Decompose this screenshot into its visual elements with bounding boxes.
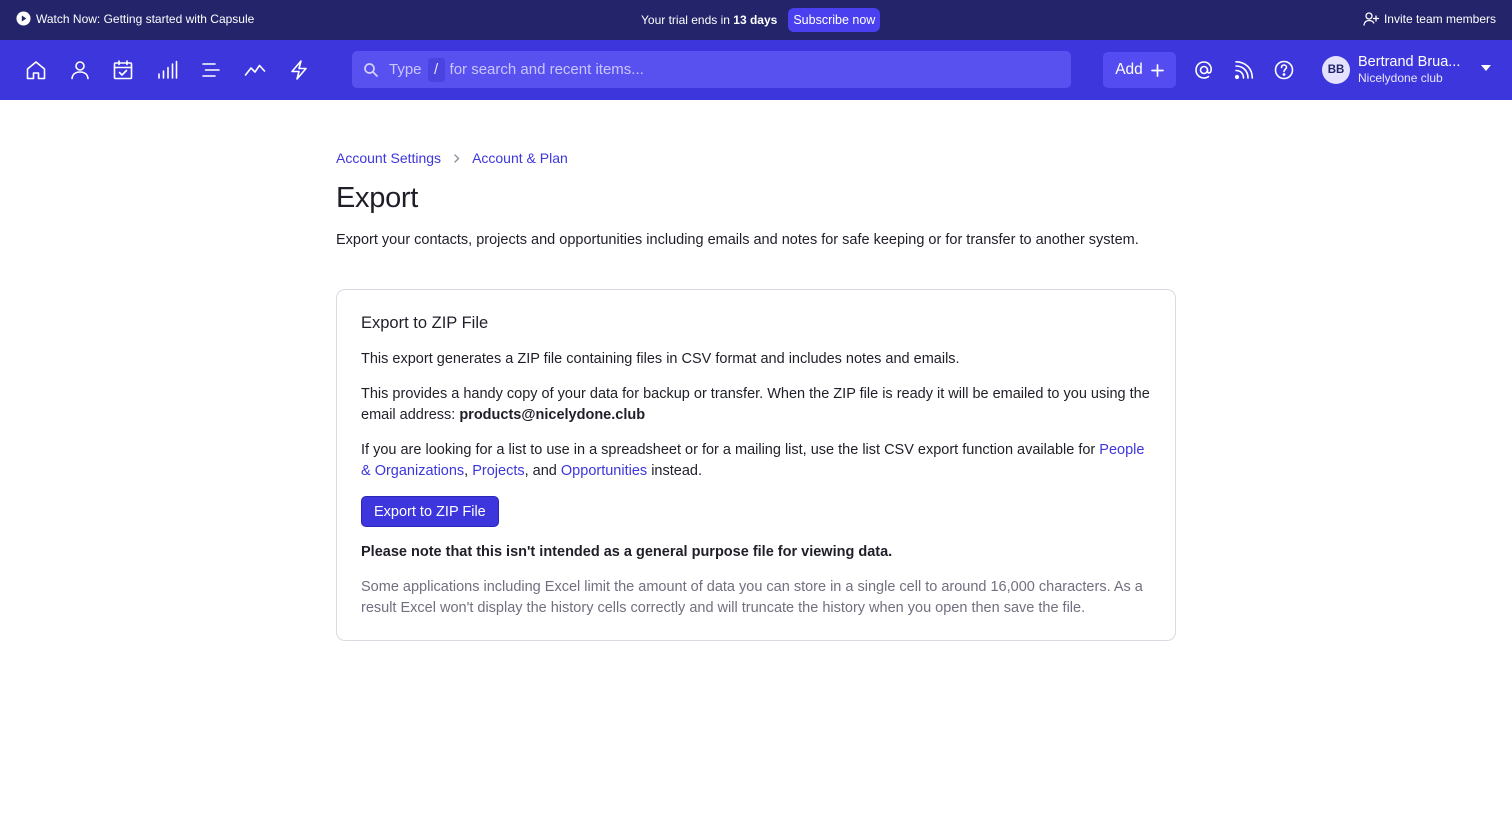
help-icon[interactable] (1273, 59, 1295, 81)
subscribe-button[interactable]: Subscribe now (788, 8, 881, 32)
user-menu[interactable]: BB Bertrand Brua... Nicelydone club (1322, 54, 1491, 85)
lightning-icon[interactable] (288, 59, 310, 81)
home-icon[interactable] (25, 59, 47, 81)
invite-team-members-link[interactable]: Invite team members (1363, 11, 1496, 27)
trial-prefix: Your trial ends in (641, 13, 730, 27)
play-circle-icon (16, 11, 31, 26)
breadcrumb-account-plan[interactable]: Account & Plan (472, 150, 568, 166)
add-button[interactable]: Add (1103, 52, 1176, 88)
page-title: Export (336, 182, 419, 214)
watch-now-label: Watch Now: Getting started with Capsule (36, 11, 255, 26)
announcement-bar: Watch Now: Getting started with Capsule … (0, 0, 1512, 40)
card-title: Export to ZIP File (361, 314, 489, 332)
export-zip-button[interactable]: Export to ZIP File (361, 496, 499, 527)
list-export-info: If you are looking for a list to use in … (361, 442, 1145, 479)
breadcrumb-account-settings[interactable]: Account Settings (336, 150, 441, 166)
export-email-address: products@nicelydone.club (459, 407, 646, 423)
chevron-down-icon (1481, 65, 1491, 71)
search-icon (364, 62, 378, 77)
main-navigation: Type / Add BB Bertrand Brua.. (0, 40, 1512, 100)
usage-note: Please note that this isn't intended as … (361, 544, 893, 560)
add-user-icon (1363, 12, 1379, 26)
at-mention-icon[interactable] (1193, 59, 1215, 81)
watch-now-link[interactable]: Watch Now: Getting started with Capsule (16, 11, 254, 26)
feed-icon[interactable] (1233, 59, 1255, 81)
plus-icon (1150, 63, 1164, 77)
bar-chart-icon[interactable] (156, 59, 178, 81)
list-icon[interactable] (200, 59, 222, 81)
export-email-info: This provides a handy copy of your data … (361, 386, 1150, 423)
global-search[interactable]: Type / (352, 51, 1071, 88)
export-card: Export to ZIP File This export generates… (336, 289, 1176, 641)
search-shortcut-key: / (427, 57, 445, 82)
avatar: BB (1322, 55, 1350, 84)
search-input[interactable] (449, 61, 1050, 78)
excel-limit-note: Some applications including Excel limit … (361, 579, 1143, 616)
export-description: This export generates a ZIP file contain… (361, 351, 960, 367)
person-icon[interactable] (69, 59, 91, 81)
add-label: Add (1115, 61, 1143, 78)
opportunities-link[interactable]: Opportunities (561, 463, 647, 479)
user-organization: Nicelydone club (1358, 71, 1443, 85)
trial-notice: Your trial ends in 13 days Subscribe now (641, 8, 881, 32)
trend-line-icon[interactable] (244, 59, 266, 81)
search-prefix: Type (389, 61, 422, 78)
user-name: Bertrand Brua... (1358, 54, 1461, 70)
page-description: Export your contacts, projects and oppor… (336, 232, 1139, 248)
calendar-check-icon[interactable] (112, 59, 134, 81)
invite-label: Invite team members (1383, 12, 1496, 26)
trial-days: 13 days (733, 13, 778, 27)
chevron-right-icon (454, 153, 460, 163)
breadcrumb: Account Settings Account & Plan (336, 150, 568, 166)
projects-link[interactable]: Projects (472, 463, 524, 479)
